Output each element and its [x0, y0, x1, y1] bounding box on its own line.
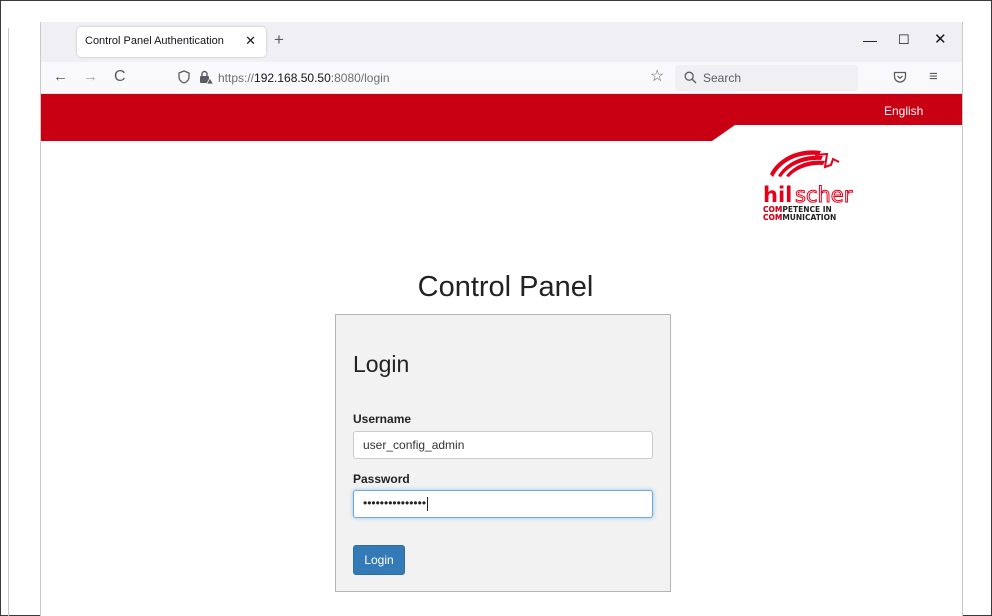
search-icon: [684, 71, 697, 84]
tab-close-icon[interactable]: ✕: [245, 33, 256, 49]
page-content: English hil scher COMPETENCE IN COMMUNIC…: [41, 94, 962, 616]
tab-control-panel-authentication[interactable]: Control Panel Authentication ✕: [77, 27, 266, 57]
menu-icon[interactable]: ≡: [929, 68, 938, 86]
tab-strip: Control Panel Authentication ✕ + — ☐ ✕: [41, 22, 962, 62]
url-scheme: https://: [218, 71, 255, 85]
svg-text:hil: hil: [763, 183, 792, 207]
login-panel: Login Username user_config_admin Passwor…: [335, 314, 671, 592]
url-host: 192.168.50.50: [254, 71, 331, 85]
username-field[interactable]: user_config_admin: [353, 431, 653, 459]
new-tab-button[interactable]: +: [274, 30, 284, 50]
shield-icon[interactable]: [178, 70, 190, 84]
username-label: Username: [353, 412, 412, 426]
logo-graphic: hil scher COMPETENCE IN COMMUNICATION CO…: [763, 150, 853, 222]
back-button[interactable]: ←: [53, 68, 68, 86]
pocket-icon[interactable]: [893, 70, 907, 84]
search-placeholder: Search: [703, 71, 742, 85]
tab-title: Control Panel Authentication: [85, 35, 224, 47]
lock-icon[interactable]: [198, 69, 214, 85]
password-label: Password: [353, 472, 410, 486]
minimize-button[interactable]: —: [863, 30, 877, 50]
svg-text:scher: scher: [795, 183, 853, 207]
maximize-button[interactable]: ☐: [898, 30, 910, 50]
login-button[interactable]: Login: [353, 545, 405, 575]
header-band: [41, 94, 962, 141]
url-bar[interactable]: https://192.168.50.50:8080/login: [218, 71, 390, 85]
page-title: Control Panel: [417, 271, 594, 303]
url-path: :8080/login: [330, 71, 390, 85]
hilscher-logo: hil scher COMPETENCE IN COMMUNICATION CO…: [759, 147, 869, 229]
navigation-bar: ← → C https://192.168.50.50:8080/login ☆…: [41, 62, 962, 94]
browser-window: Control Panel Authentication ✕ + — ☐ ✕ ←…: [40, 22, 963, 616]
login-heading: Login: [353, 351, 410, 377]
star-icon[interactable]: ☆: [650, 68, 664, 86]
language-link[interactable]: English: [884, 104, 923, 118]
search-input[interactable]: Search: [675, 65, 858, 91]
svg-text:COM: COM: [763, 213, 782, 222]
background-window-edge: [8, 28, 9, 616]
text-cursor: [427, 496, 429, 511]
password-mask: •••••••••••••••: [363, 496, 427, 510]
reload-button[interactable]: C: [114, 68, 126, 86]
close-window-button[interactable]: ✕: [934, 30, 947, 50]
forward-button[interactable]: →: [83, 68, 98, 86]
password-field[interactable]: •••••••••••••••: [353, 490, 653, 518]
